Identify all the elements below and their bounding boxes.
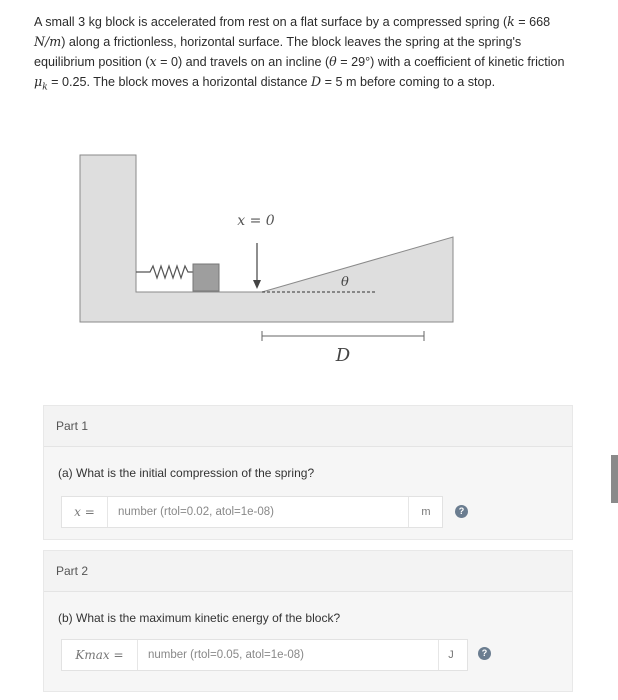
spring-constant-symbol: k — [507, 14, 515, 29]
problem-text-7: = 5 m before coming to a stop. — [321, 75, 496, 89]
x-symbol: x — [149, 54, 157, 69]
question-circle-icon[interactable]: ? — [478, 647, 491, 660]
part-1-question: (a) What is the initial compression of t… — [58, 466, 315, 480]
mu-symbol: μ — [34, 74, 43, 89]
d-label: D — [335, 345, 351, 366]
x0-arrow-head — [253, 280, 261, 289]
problem-statement: A small 3 kg block is accelerated from r… — [34, 12, 579, 98]
part-2-question: (b) What is the maximum kinetic energy o… — [58, 611, 341, 625]
part-2-answer-label: Kmax = — [62, 640, 138, 670]
d-symbol: D — [311, 74, 322, 89]
unit-symbol: N/m — [34, 34, 62, 49]
part-1-answer-row: x = number (rtol=0.02, atol=1e-08) m — [61, 496, 443, 528]
theta-symbol: θ — [329, 54, 337, 69]
part-2-header: Part 2 — [44, 551, 572, 592]
part-2-answer-input[interactable]: number (rtol=0.05, atol=1e-08) — [138, 640, 439, 670]
part-1-unit: m — [421, 506, 431, 518]
part-1-answer-label: x = — [62, 497, 108, 527]
part-2-unit: J — [448, 649, 454, 661]
part-1-answer-input[interactable]: number (rtol=0.02, atol=1e-08) — [108, 497, 409, 527]
problem-text-2: = 668 — [514, 15, 551, 29]
x0-label: x = 0 — [237, 213, 275, 229]
theta-label: θ — [341, 275, 349, 290]
block — [192, 263, 220, 292]
problem-text-6: = 0.25. The block moves a horizontal dis… — [47, 75, 311, 89]
part-1-block: Part 1 (a) What is the initial compressi… — [43, 405, 573, 540]
part-2-answer-row: Kmax = number (rtol=0.05, atol=1e-08) J — [61, 639, 468, 671]
part-1-header: Part 1 — [44, 406, 572, 447]
problem-text-1: A small 3 kg block is accelerated from r… — [34, 15, 508, 29]
problem-text-4: = 0) and travels on an incline ( — [156, 55, 330, 69]
problem-text-5: = 29°) with a coefficient of kinetic fri… — [336, 55, 565, 69]
question-circle-icon[interactable]: ? — [455, 505, 468, 518]
spring — [136, 264, 193, 280]
side-scroll-indicator[interactable] — [611, 455, 618, 503]
ground-shape — [79, 154, 454, 323]
part-2-block: Part 2 (b) What is the maximum kinetic e… — [43, 550, 573, 692]
